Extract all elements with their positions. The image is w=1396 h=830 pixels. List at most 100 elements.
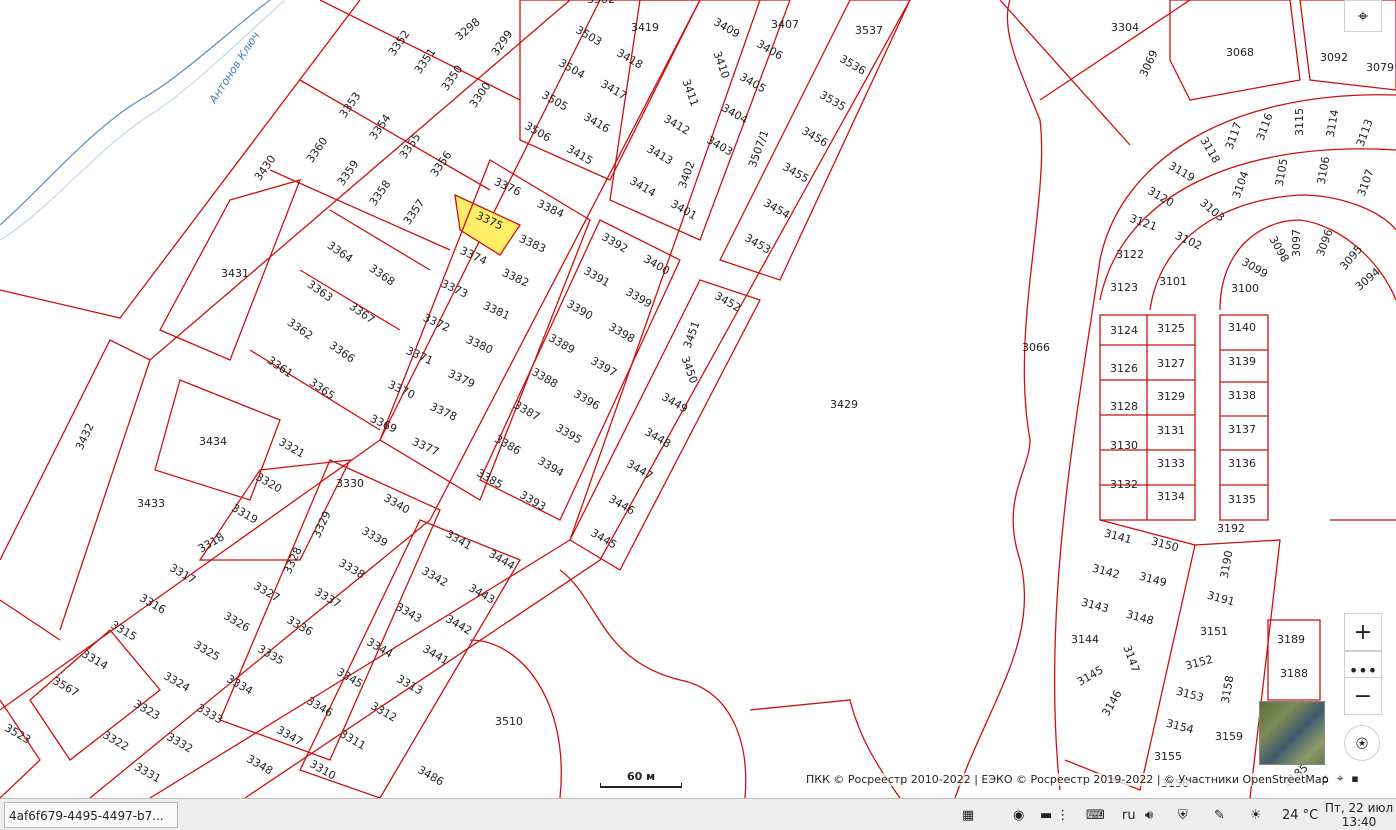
parcel-label[interactable]: 3486 xyxy=(415,763,446,788)
parcel-label[interactable]: 3150 xyxy=(1150,535,1180,555)
parcel-label[interactable]: 3124 xyxy=(1110,324,1138,337)
parcel-label[interactable]: 3432 xyxy=(73,421,97,452)
parcel-label[interactable]: 3456 xyxy=(799,124,830,149)
parcel-label[interactable]: 3355 xyxy=(397,131,424,161)
parcel-label[interactable]: 3353 xyxy=(337,90,364,120)
parcel-label[interactable]: 3131 xyxy=(1157,424,1185,437)
parcel-label[interactable]: 3507/1 xyxy=(746,128,771,169)
parcel-label[interactable]: 3400 xyxy=(641,252,672,277)
parcel-label[interactable]: 3126 xyxy=(1110,362,1138,375)
parcel-label[interactable]: 3146 xyxy=(1099,688,1124,719)
taskbar-window-item[interactable]: 4af6f679-4495-4497-b7... xyxy=(4,802,178,828)
parcel-label[interactable]: 3434 xyxy=(199,435,227,448)
parcel-label[interactable]: 3451 xyxy=(681,319,703,350)
parcel-label[interactable]: 3449 xyxy=(659,390,690,415)
parcel-label[interactable]: 3360 xyxy=(304,135,331,165)
parcel-label[interactable]: 3322 xyxy=(100,728,131,753)
parcel-label[interactable]: 3068 xyxy=(1226,46,1254,59)
parcel-label[interactable]: 3523 xyxy=(2,721,33,746)
parcel-label[interactable]: 3115 xyxy=(1293,108,1306,136)
parcel-label[interactable]: 3103 xyxy=(1197,196,1227,224)
parcel-label[interactable]: 3142 xyxy=(1091,562,1121,582)
keyboard-layout-indicator[interactable]: ru xyxy=(1122,804,1140,826)
parcel-label[interactable]: 3396 xyxy=(571,387,602,412)
parcel-label[interactable]: 3114 xyxy=(1324,108,1342,138)
parcel-label[interactable]: 3066 xyxy=(1022,341,1050,354)
parcel-label[interactable]: 3121 xyxy=(1128,212,1159,234)
parcel-label[interactable]: 3412 xyxy=(661,112,692,137)
parcel-label[interactable]: 3350 xyxy=(439,63,466,93)
parcel-label[interactable]: 3149 xyxy=(1138,570,1168,590)
locate-button[interactable]: ⌖ xyxy=(1344,0,1382,32)
parcel-label[interactable]: 3312 xyxy=(368,699,399,724)
parcel-label[interactable]: 3133 xyxy=(1157,457,1185,470)
parcel-label[interactable]: 3128 xyxy=(1110,400,1138,413)
parcel-label[interactable]: 3384 xyxy=(535,197,566,221)
parcel-label[interactable]: 3151 xyxy=(1200,625,1228,638)
parcel-label[interactable]: 3447 xyxy=(624,457,655,482)
parcel-label[interactable]: 3342 xyxy=(419,564,450,589)
parcel-label[interactable]: 3346 xyxy=(304,694,335,719)
parcel-label[interactable]: 3372 xyxy=(421,311,452,335)
parcel-label[interactable]: 3304 xyxy=(1111,21,1139,34)
parcel-label[interactable]: 3314 xyxy=(79,647,110,672)
parcel-label[interactable]: 3137 xyxy=(1228,423,1256,436)
parcel-label[interactable]: 3158 xyxy=(1219,674,1237,704)
parcel-label[interactable]: 3536 xyxy=(837,52,868,77)
parcel-label[interactable]: 3188 xyxy=(1280,667,1308,680)
cadastral-map[interactable]: Антонов Ключ 3352 3298 3299 3351 3350 33… xyxy=(0,0,1396,798)
volume-icon[interactable]: 🔊︎ xyxy=(1145,804,1175,826)
parcel-label[interactable]: 3136 xyxy=(1228,457,1256,470)
parcel-label[interactable]: 3320 xyxy=(253,470,284,495)
parcel-label[interactable]: 3116 xyxy=(1254,111,1276,142)
parcel-label[interactable]: 3381 xyxy=(481,299,512,323)
parcel-label[interactable]: 3190 xyxy=(1218,549,1236,579)
parcel-label[interactable]: 3368 xyxy=(367,262,397,289)
parcel-label[interactable]: 3339 xyxy=(359,524,390,549)
parcel-label[interactable]: 3095 xyxy=(1337,243,1365,273)
parcel-label[interactable]: 3145 xyxy=(1075,663,1106,688)
parcel-label[interactable]: 3419 xyxy=(631,21,659,34)
parcel-label[interactable]: 3390 xyxy=(564,297,595,322)
parcel-label[interactable]: 3364 xyxy=(325,239,355,266)
parcel-label[interactable]: 3394 xyxy=(535,454,566,479)
parcel-label[interactable]: 3378 xyxy=(428,400,459,424)
parcel-label[interactable]: 3441 xyxy=(420,642,451,667)
parcel-label[interactable]: 3387 xyxy=(511,398,542,423)
zoom-out-button[interactable]: − xyxy=(1344,677,1382,715)
parcel-label[interactable]: 3134 xyxy=(1157,490,1185,503)
parcel-label[interactable]: 3152 xyxy=(1184,653,1214,673)
parcel-label[interactable]: 3453 xyxy=(742,231,773,256)
parcel-label[interactable]: 3102 xyxy=(1173,229,1204,253)
parcel-label[interactable]: 3341 xyxy=(443,527,474,552)
parcel-label[interactable]: 3383 xyxy=(517,232,548,256)
parcel-label[interactable]: 3338 xyxy=(336,556,367,581)
parcel-label[interactable]: 3122 xyxy=(1116,248,1144,261)
parcel-label[interactable]: 3357 xyxy=(401,197,428,227)
parcel-label[interactable]: 3132 xyxy=(1110,478,1138,491)
parcel-label[interactable]: 3192 xyxy=(1217,522,1245,535)
parcel-label[interactable]: 3377 xyxy=(410,435,441,459)
parcel-label[interactable]: 3380 xyxy=(464,333,495,357)
parcel-label[interactable]: 3537 xyxy=(855,24,883,37)
parcel-label[interactable]: 3429 xyxy=(830,398,858,411)
parcel-label[interactable]: 3413 xyxy=(644,142,675,167)
parcel-label[interactable]: 3298 xyxy=(453,15,483,43)
parcel-label[interactable]: 3153 xyxy=(1175,685,1205,705)
parcel-label[interactable]: 3113 xyxy=(1354,117,1376,148)
parcel-label[interactable]: 3404 xyxy=(719,101,750,126)
parcel-label[interactable]: 3331 xyxy=(132,760,163,785)
parcel-label[interactable]: 3358 xyxy=(367,178,394,208)
parcel-label[interactable]: 3362 xyxy=(285,316,315,343)
parcel-label[interactable]: 3079 xyxy=(1366,61,1394,74)
parcel-label[interactable]: 3359 xyxy=(335,158,362,188)
parcel-label[interactable]: 3105 xyxy=(1273,157,1291,187)
system-monitor-icon[interactable]: ▬ ⋮ xyxy=(1040,804,1074,826)
parcel-label[interactable]: 3502 xyxy=(587,0,615,6)
parcel-label[interactable]: 3127 xyxy=(1157,357,1185,370)
compass-button[interactable]: ⍟ xyxy=(1344,725,1380,761)
parcel-label[interactable]: 3119 xyxy=(1166,159,1197,184)
parcel-label[interactable]: 3391 xyxy=(581,264,612,289)
parcel-label[interactable]: 3450 xyxy=(678,354,700,385)
parcel-label[interactable]: 3417 xyxy=(598,77,629,102)
